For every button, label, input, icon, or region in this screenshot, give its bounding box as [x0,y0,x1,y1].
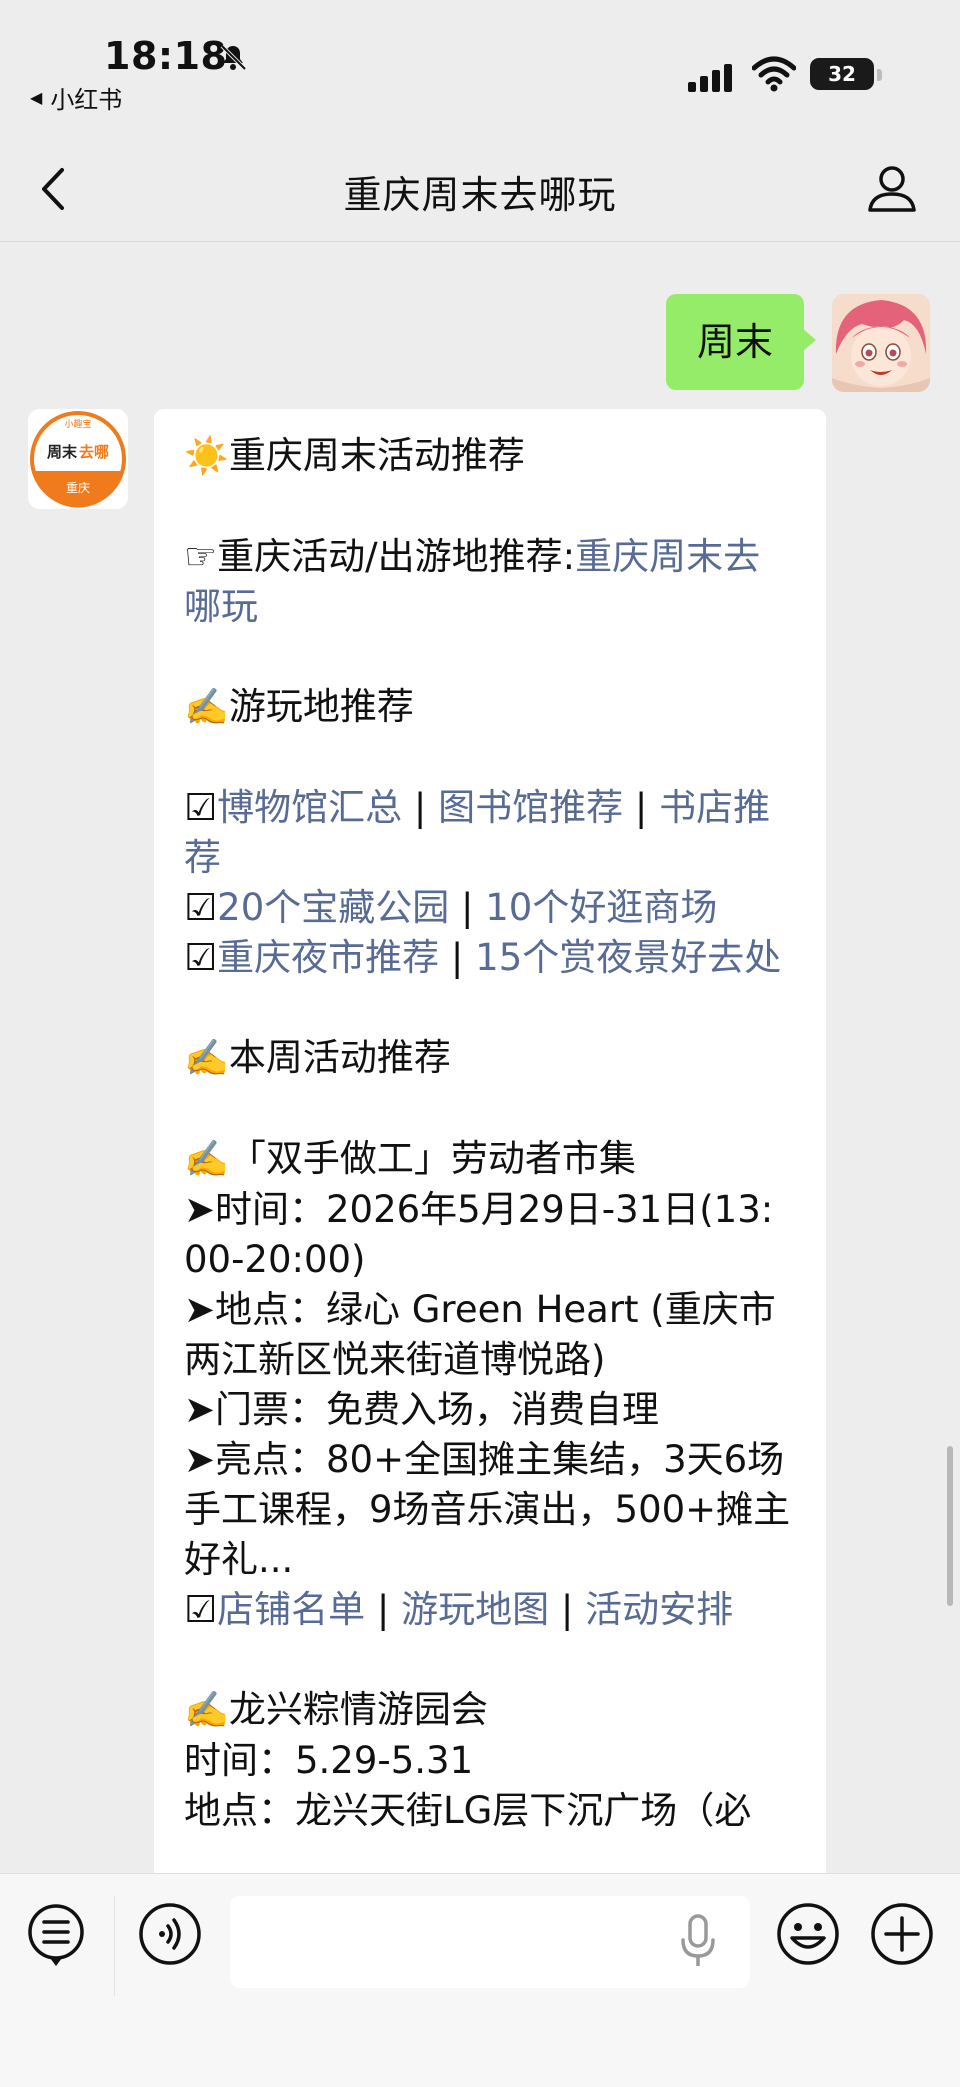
sun-icon: ☀️ [184,436,229,477]
checkbox-icon: ☑ [184,1588,218,1631]
back-triangle-icon: ◀ [30,88,43,107]
bot-avatar-main-text-a: 周末 [47,443,78,461]
link-map[interactable]: 游玩地图 [401,1588,549,1631]
input-bar [0,1873,960,2087]
emoji-icon[interactable] [776,1902,840,1966]
wifi-icon [752,56,796,92]
menu-list-icon[interactable] [26,1902,86,1970]
anime-avatar-image [832,294,930,392]
battery-tip [877,69,882,81]
link-shop-list[interactable]: 店铺名单 [217,1588,365,1631]
places-line-3: ☑重庆夜市推荐 | 15个赏夜景好去处 [184,936,782,979]
writing-hand-icon: ✍️ [184,1690,229,1731]
incoming-bubble[interactable]: ☀️重庆周末活动推荐 ☞重庆活动/出游地推荐:重庆周末去哪玩 ✍️游玩地推荐 ☑… [154,409,826,1873]
back-to-app-link[interactable]: ◀ 小红书 [30,80,122,115]
event2-time: 时间：5.29-5.31 [184,1739,474,1782]
event1-title-line: ✍️「双手做工」劳动者市集 [184,1134,796,1185]
event1-place: ➤地点：绿心 Green Heart (重庆市两江新区悦来街道博悦路) [184,1288,776,1381]
bot-avatar-top-text: 小趣宝 [64,418,91,430]
bot-avatar-main-text-b: 去哪 [79,443,109,461]
battery-icon: 32 [810,58,874,90]
voice-icon[interactable] [138,1902,202,1966]
link-night-markets[interactable]: 重庆夜市推荐 [217,936,439,979]
event2-title-line: ✍️龙兴粽情游园会 [184,1685,796,1736]
message-title: 重庆周末活动推荐 [228,434,525,477]
outgoing-message: 周末 [0,268,960,392]
back-app-label: 小红书 [50,86,123,114]
message-input[interactable] [230,1896,750,1988]
section1-heading: 游玩地推荐 [228,685,414,728]
bell-muted-icon [220,44,247,71]
checkbox-icon: ☑ [184,886,218,929]
signal-icon [688,64,732,92]
places-line-2: ☑20个宝藏公园 | 10个好逛商场 [184,886,718,929]
battery-percent: 32 [828,62,856,86]
section2-heading: 本周活动推荐 [228,1036,451,1079]
section2-heading-line: ✍️本周活动推荐 [184,1033,796,1084]
chat-screen: 18:18 ◀ 小红书 32 重庆周末去哪玩 周末 小趣宝 周末 去哪 重庆 ☀… [0,0,960,2087]
user-avatar[interactable] [832,294,930,392]
checkbox-icon: ☑ [184,786,218,829]
event2-place: 地点：龙兴天街LG层下沉广场（必 [184,1789,752,1832]
checkbox-icon: ☑ [184,936,218,979]
link-libraries[interactable]: 图书馆推荐 [438,786,623,829]
profile-icon[interactable] [866,162,918,214]
writing-hand-icon: ✍️ [184,1139,229,1180]
event1-highlight: ➤亮点：80+全国摊主集结，3天6场手工课程，9场音乐演出，500+摊主好礼..… [184,1438,791,1581]
section1-heading-line: ✍️游玩地推荐 [184,682,796,733]
bot-avatar-bottom-text: 重庆 [66,481,90,495]
event2-title: 龙兴粽情游园会 [228,1688,488,1731]
link-museums[interactable]: 博物馆汇总 [217,786,402,829]
status-time: 18:18 [104,34,228,78]
plus-icon[interactable] [870,1902,934,1966]
places-line-1: ☑博物馆汇总 | 图书馆推荐 | 书店推荐 [184,786,771,879]
event1-ticket: ➤门票：免费入场，消费自理 [184,1388,660,1431]
bot-avatar-logo: 小趣宝 周末 去哪 重庆 [28,409,128,509]
link-schedule[interactable]: 活动安排 [585,1588,733,1631]
status-bar: 18:18 ◀ 小红书 32 [0,0,960,130]
event1-title: 「双手做工」劳动者市集 [228,1137,636,1180]
scrollbar-thumb[interactable] [947,1446,953,1606]
event1-links-line: ☑店铺名单 | 游玩地图 | 活动安排 [184,1588,734,1631]
input-divider [114,1896,115,1996]
outgoing-bubble[interactable]: 周末 [666,294,816,390]
link-malls[interactable]: 10个好逛商场 [485,886,717,929]
link-night-views[interactable]: 15个赏夜景好去处 [475,936,781,979]
recommend-line: ☞重庆活动/出游地推荐:重庆周末去哪玩 [184,532,796,632]
event1-time: ➤时间：2026年5月29日-31日(13:00-20:00) [184,1188,774,1281]
bot-avatar[interactable]: 小趣宝 周末 去哪 重庆 [28,409,128,509]
microphone-icon[interactable] [678,1912,718,1972]
writing-hand-icon: ✍️ [184,687,229,728]
writing-hand-icon: ✍️ [184,1038,229,1079]
message-title-line: ☀️重庆周末活动推荐 [184,431,796,482]
chat-area[interactable]: 周末 小趣宝 周末 去哪 重庆 ☀️重庆周末活动推荐 ☞重庆活动/出游地推荐:重… [0,243,960,1873]
page-title: 重庆周末去哪玩 [343,173,617,217]
link-parks[interactable]: 20个宝藏公园 [217,886,449,929]
recommend-prefix: ☞重庆活动/出游地推荐: [184,535,576,578]
nav-bar: 重庆周末去哪玩 [0,130,960,242]
